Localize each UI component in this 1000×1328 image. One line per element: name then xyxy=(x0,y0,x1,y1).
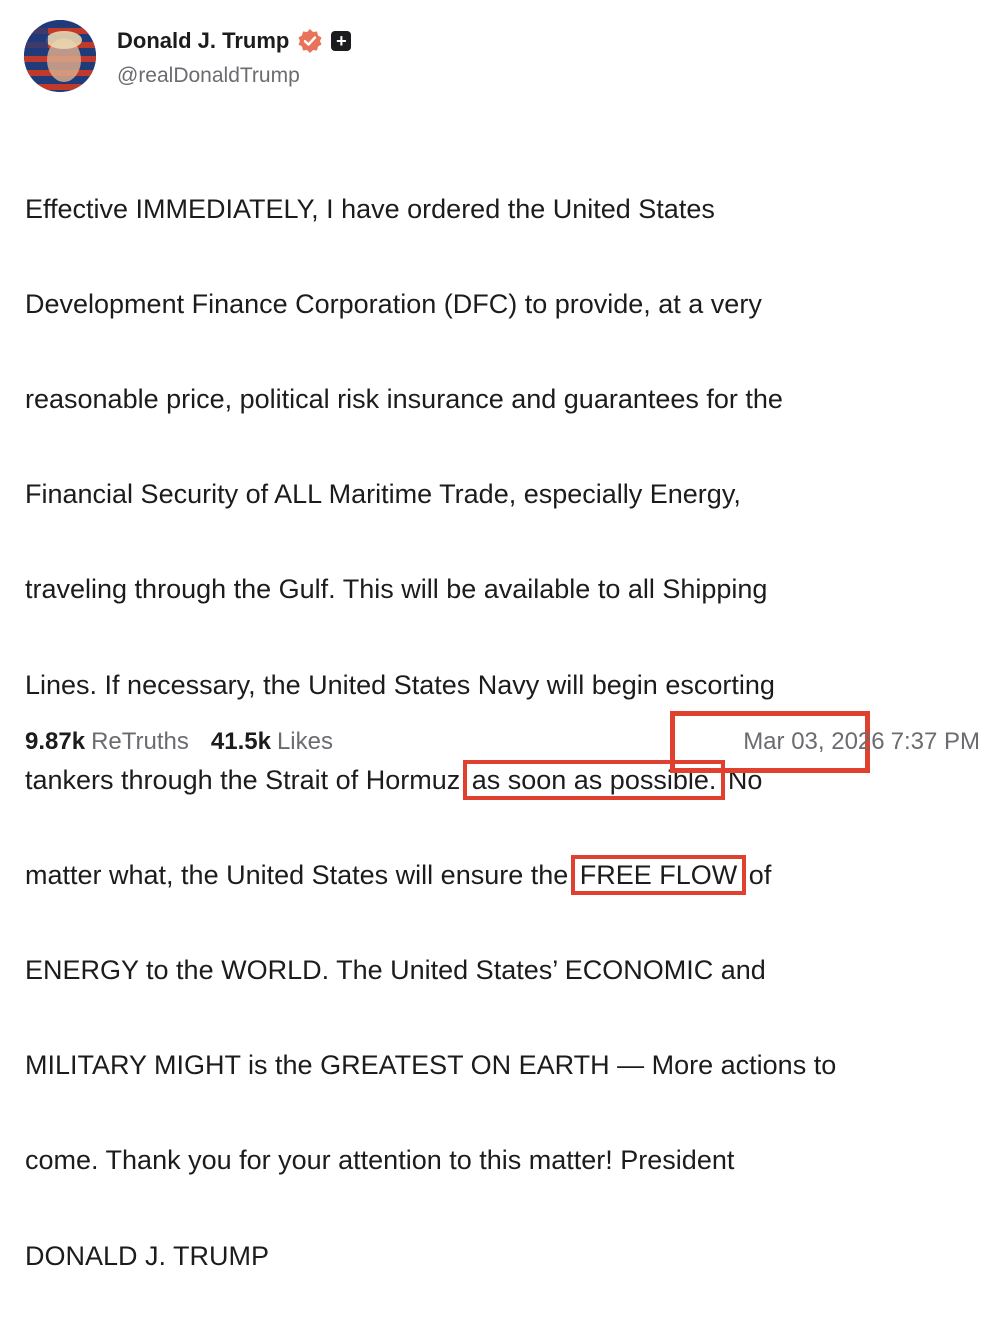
post-date: Mar 03, 2026 xyxy=(743,728,885,755)
author-display-name[interactable]: Donald J. Trump xyxy=(117,28,289,54)
avatar[interactable] xyxy=(24,20,96,92)
post-timestamp[interactable]: Mar 03, 2026 7:37 PM xyxy=(743,728,980,756)
post-footer: 9.87k ReTruths 41.5k Likes Mar 03, 2026 … xyxy=(25,711,980,773)
author-handle[interactable]: @realDonaldTrump xyxy=(117,64,300,88)
post-line: ENERGY to the WORLD. The United States’ … xyxy=(25,955,766,986)
retruths-label: ReTruths xyxy=(91,728,189,755)
post-line: Effective IMMEDIATELY, I have ordered th… xyxy=(25,193,715,224)
post-line: reasonable price, political risk insuran… xyxy=(25,383,783,414)
post-text-segment: of xyxy=(741,859,772,890)
post-line: Lines. If necessary, the United States N… xyxy=(25,669,775,700)
likes-stat[interactable]: 41.5k Likes xyxy=(211,728,333,756)
post-text-segment: tankers through the Strait of Hormuz xyxy=(25,764,468,795)
likes-label: Likes xyxy=(276,728,333,755)
post-text-segment: matter what, the United States will ensu… xyxy=(25,859,576,890)
post-time: 7:37 PM xyxy=(890,728,980,755)
post-line: Development Finance Corporation (DFC) to… xyxy=(25,288,762,319)
verified-badge-icon xyxy=(297,28,323,54)
post-line: traveling through the Gulf. This will be… xyxy=(25,574,768,605)
post-line: MILITARY MIGHT is the GREATEST ON EARTH … xyxy=(25,1050,837,1081)
post-line: DONALD J. TRUMP xyxy=(25,1240,270,1271)
plus-badge-icon: + xyxy=(331,31,352,51)
retruths-stat[interactable]: 9.87k ReTruths xyxy=(25,728,189,756)
post-line: come. Thank you for your attention to th… xyxy=(25,1145,735,1176)
truth-post: Donald J. Trump + @realDonaldTrump Effec… xyxy=(0,0,1000,1271)
author-row: Donald J. Trump + xyxy=(117,26,352,56)
likes-count: 41.5k xyxy=(210,728,271,755)
flag-portrait-avatar-icon xyxy=(24,20,96,92)
post-stats: 9.87k ReTruths 41.5k Likes xyxy=(25,728,333,756)
retruths-count: 9.87k xyxy=(25,728,86,755)
post-line: matter what, the United States will ensu… xyxy=(25,852,985,900)
post-line: Financial Security of ALL Maritime Trade… xyxy=(25,479,741,510)
highlight-free-flow: FREE FLOW xyxy=(570,854,747,895)
